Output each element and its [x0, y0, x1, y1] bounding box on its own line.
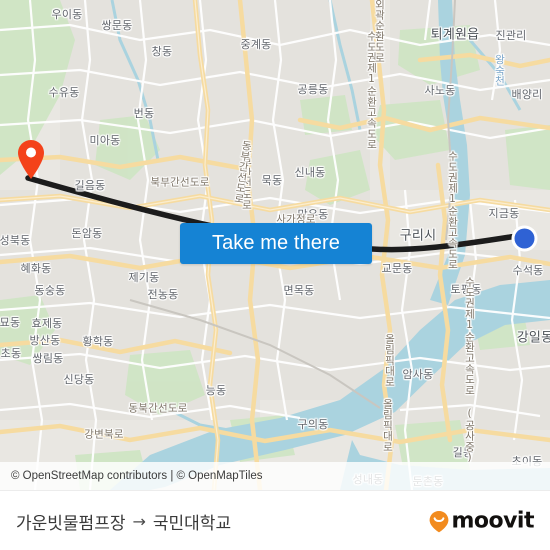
moovit-logo[interactable]: moovit [428, 509, 534, 534]
take-me-there-button[interactable]: Take me there [180, 223, 372, 264]
map-attribution-bar: © OpenStreetMap contributors | © OpenMap… [0, 462, 550, 490]
take-me-there-label: Take me there [211, 232, 341, 254]
moovit-route-map-screen: 우이동 쌍문동 창동 중계동 퇴계원읍 진관리 수유동 번동 공릉동 사노동 배양리 미아동 신내동 묵동… [0, 0, 550, 550]
moovit-pin-icon [428, 509, 450, 533]
map-canvas-container[interactable]: 우이동 쌍문동 창동 중계동 퇴계원읍 진관리 수유동 번동 공릉동 사노동 배양리 미아동 신내동 묵동… [0, 0, 550, 490]
footer-bar: 가운빗물펌프장 → 국민대학교 moovit [0, 490, 550, 550]
destination-dot-icon[interactable] [511, 225, 538, 252]
attribution-text[interactable]: © OpenStreetMap contributors | © OpenMap… [11, 470, 263, 482]
route-origin-label: 가운빗물펌프장 [16, 513, 126, 534]
origin-pin-icon[interactable] [16, 139, 46, 181]
moovit-wordmark: moovit [451, 508, 534, 534]
route-title: 가운빗물펌프장 → 국민대학교 [16, 509, 231, 534]
route-destination-label: 국민대학교 [152, 513, 232, 534]
route-arrow-icon: → [132, 511, 146, 531]
